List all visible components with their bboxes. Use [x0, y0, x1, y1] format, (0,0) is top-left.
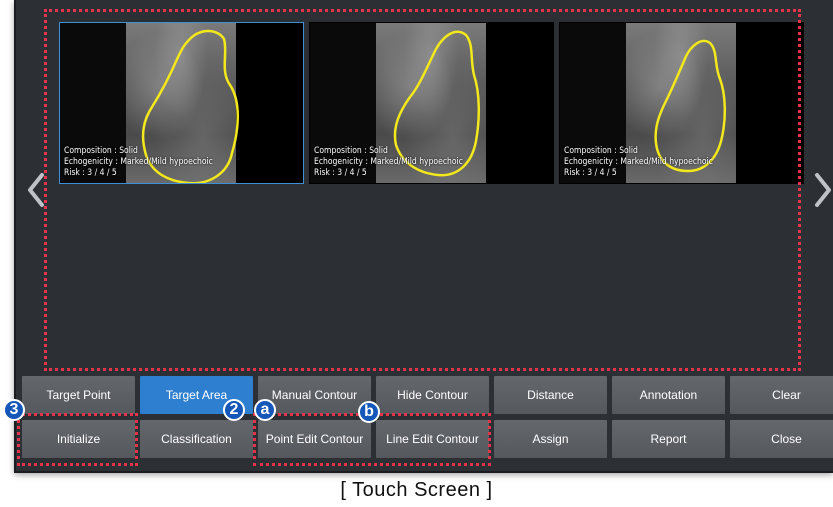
badge-3: 3 — [3, 399, 25, 421]
badge-b: b — [358, 401, 380, 423]
close-button[interactable]: Close — [730, 420, 833, 458]
assign-button[interactable]: Assign — [494, 420, 607, 458]
report-button[interactable]: Report — [612, 420, 725, 458]
classification-button[interactable]: Classification — [140, 420, 253, 458]
annotation-button[interactable]: Annotation — [612, 376, 725, 414]
initialize-highlight — [17, 413, 138, 466]
thumbnail-area-highlight — [44, 9, 801, 371]
chevron-right-icon[interactable] — [813, 172, 833, 208]
hide-contour-button[interactable]: Hide Contour — [376, 376, 489, 414]
badge-a: a — [254, 399, 276, 421]
distance-button[interactable]: Distance — [494, 376, 607, 414]
chevron-left-icon[interactable] — [26, 172, 46, 208]
badge-2: 2 — [223, 399, 245, 421]
clear-button[interactable]: Clear — [730, 376, 833, 414]
target-point-button[interactable]: Target Point — [22, 376, 135, 414]
touch-screen-caption: [ Touch Screen ] — [340, 479, 493, 501]
